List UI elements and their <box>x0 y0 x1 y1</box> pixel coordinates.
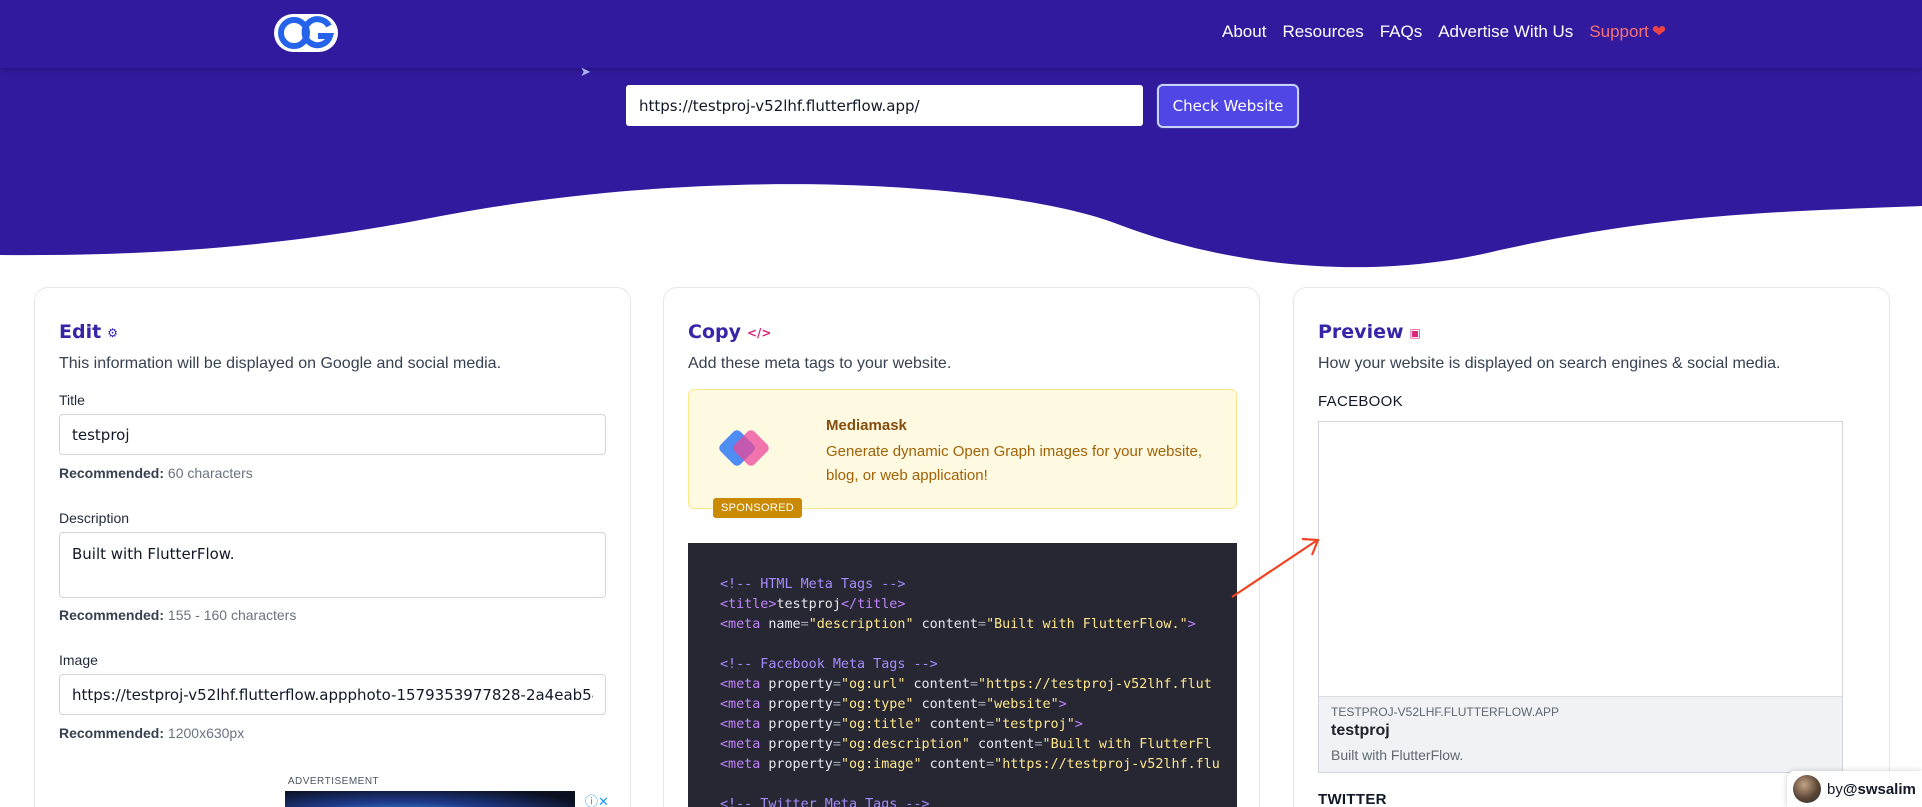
image-rec-value: 1200x630px <box>167 725 245 741</box>
arrow-icon <box>1231 537 1320 598</box>
hero-header: About Resources FAQs Advertise With Us S… <box>0 0 1922 280</box>
code-line: <!-- Facebook Meta Tags --> <box>720 657 938 672</box>
credit-handle: @swsalim <box>1842 780 1916 798</box>
url-input[interactable] <box>626 85 1143 126</box>
advertisement-label: ADVERTISEMENT <box>287 776 380 787</box>
code-icon: </> <box>746 325 772 340</box>
code-line: <!-- Twitter Meta Tags --> <box>720 797 930 807</box>
desc-rec-label: Recommended: <box>59 607 165 623</box>
copy-heading: Copy </> <box>688 321 771 343</box>
title-rec-value: 60 characters <box>167 465 253 481</box>
sliders-icon: ⚙ <box>107 325 118 340</box>
preview-title: Preview <box>1318 321 1404 343</box>
description-recommendation: Recommended: 155 - 160 characters <box>59 607 296 623</box>
meta-code-block[interactable]: <!-- HTML Meta Tags --> <title>testproj</… <box>688 543 1237 807</box>
copy-panel: Copy </> Add these meta tags to your webs… <box>663 287 1260 807</box>
heart-icon: ❤ <box>1651 22 1667 41</box>
sponsor-card[interactable]: Mediamask Generate dynamic Open Graph im… <box>688 389 1237 509</box>
edit-panel: Edit ⚙ This information will be displayed… <box>34 287 631 807</box>
description-label: Description <box>59 510 130 526</box>
image-input[interactable] <box>59 674 606 715</box>
nav-support[interactable]: Support ❤ <box>1589 22 1666 42</box>
code-line: <meta property="og:image" content="https… <box>720 757 1220 772</box>
nav-resources[interactable]: Resources <box>1282 22 1363 42</box>
code-line: <title>testproj</title> <box>720 597 906 612</box>
code-line: <meta property="og:title" content="testp… <box>720 717 1083 732</box>
title-input[interactable] <box>59 414 606 455</box>
code-line: <meta property="og:description" content=… <box>720 737 1212 752</box>
copy-subtitle: Add these meta tags to your website. <box>688 355 952 372</box>
edit-subtitle: This information will be displayed on Go… <box>59 355 502 372</box>
title-label: Title <box>59 392 85 408</box>
facebook-preview-card[interactable]: TESTPROJ-V52LHF.FLUTTERFLOW.APP testproj… <box>1318 421 1843 773</box>
desc-rec-value: 155 - 160 characters <box>167 607 297 623</box>
advertisement-image[interactable] <box>285 791 575 807</box>
sponsor-text: Generate dynamic Open Graph images for y… <box>826 443 1203 484</box>
sponsor-name: Mediamask <box>826 417 907 434</box>
edit-title: Edit <box>59 321 102 343</box>
sponsored-badge: SPONSORED <box>713 498 802 518</box>
avatar <box>1793 775 1821 803</box>
code-line: <meta name="description" content="Built … <box>720 617 1196 632</box>
image-recommendation: Recommended: 1200x630px <box>59 725 244 741</box>
preview-heading: Preview ▣ <box>1318 321 1421 343</box>
image-icon: ▣ <box>1409 325 1421 340</box>
fb-domain: TESTPROJ-V52LHF.FLUTTERFLOW.APP <box>1331 705 1560 719</box>
facebook-preview-image <box>1319 422 1842 696</box>
image-label: Image <box>59 652 98 668</box>
author-credit[interactable]: by@swsalim <box>1787 771 1922 807</box>
credit-text: by@swsalim <box>1827 781 1916 798</box>
check-website-button[interactable]: Check Website <box>1157 84 1299 128</box>
code-line: <meta property="og:type" content="websit… <box>720 697 1067 712</box>
facebook-label: FACEBOOK <box>1318 393 1403 410</box>
image-rec-label: Recommended: <box>59 725 165 741</box>
facebook-preview-meta: TESTPROJ-V52LHF.FLUTTERFLOW.APP testproj… <box>1319 696 1842 772</box>
main-nav: About Resources FAQs Advertise With Us S… <box>1222 22 1666 42</box>
sparkle-icon: ➤ <box>580 64 591 79</box>
nav-advertise[interactable]: Advertise With Us <box>1438 22 1573 42</box>
code-line: <meta property="og:url" content="https:/… <box>720 677 1212 692</box>
ad-close-icon[interactable]: ⓘ✕ <box>585 791 609 807</box>
code-line: <!-- HTML Meta Tags --> <box>720 577 906 592</box>
nav-faqs[interactable]: FAQs <box>1380 22 1423 42</box>
fb-title: testproj <box>1331 722 1390 739</box>
copy-title: Copy <box>688 321 741 343</box>
edit-heading: Edit ⚙ <box>59 321 118 343</box>
twitter-label: TWITTER <box>1318 791 1387 807</box>
title-recommendation: Recommended: 60 characters <box>59 465 253 481</box>
preview-subtitle: How your website is displayed on search … <box>1318 355 1781 372</box>
nav-about[interactable]: About <box>1222 22 1266 42</box>
title-rec-label: Recommended: <box>59 465 165 481</box>
preview-panel: Preview ▣ How your website is displayed o… <box>1293 287 1890 807</box>
og-logo-icon[interactable] <box>274 14 338 52</box>
mediamask-logo-icon <box>719 430 769 466</box>
nav-support-label: Support <box>1589 22 1649 41</box>
navbar: About Resources FAQs Advertise With Us S… <box>0 0 1922 68</box>
fb-description: Built with FlutterFlow. <box>1331 747 1464 763</box>
credit-prefix: by <box>1827 780 1843 798</box>
description-input[interactable]: Built with FlutterFlow. <box>59 532 606 598</box>
